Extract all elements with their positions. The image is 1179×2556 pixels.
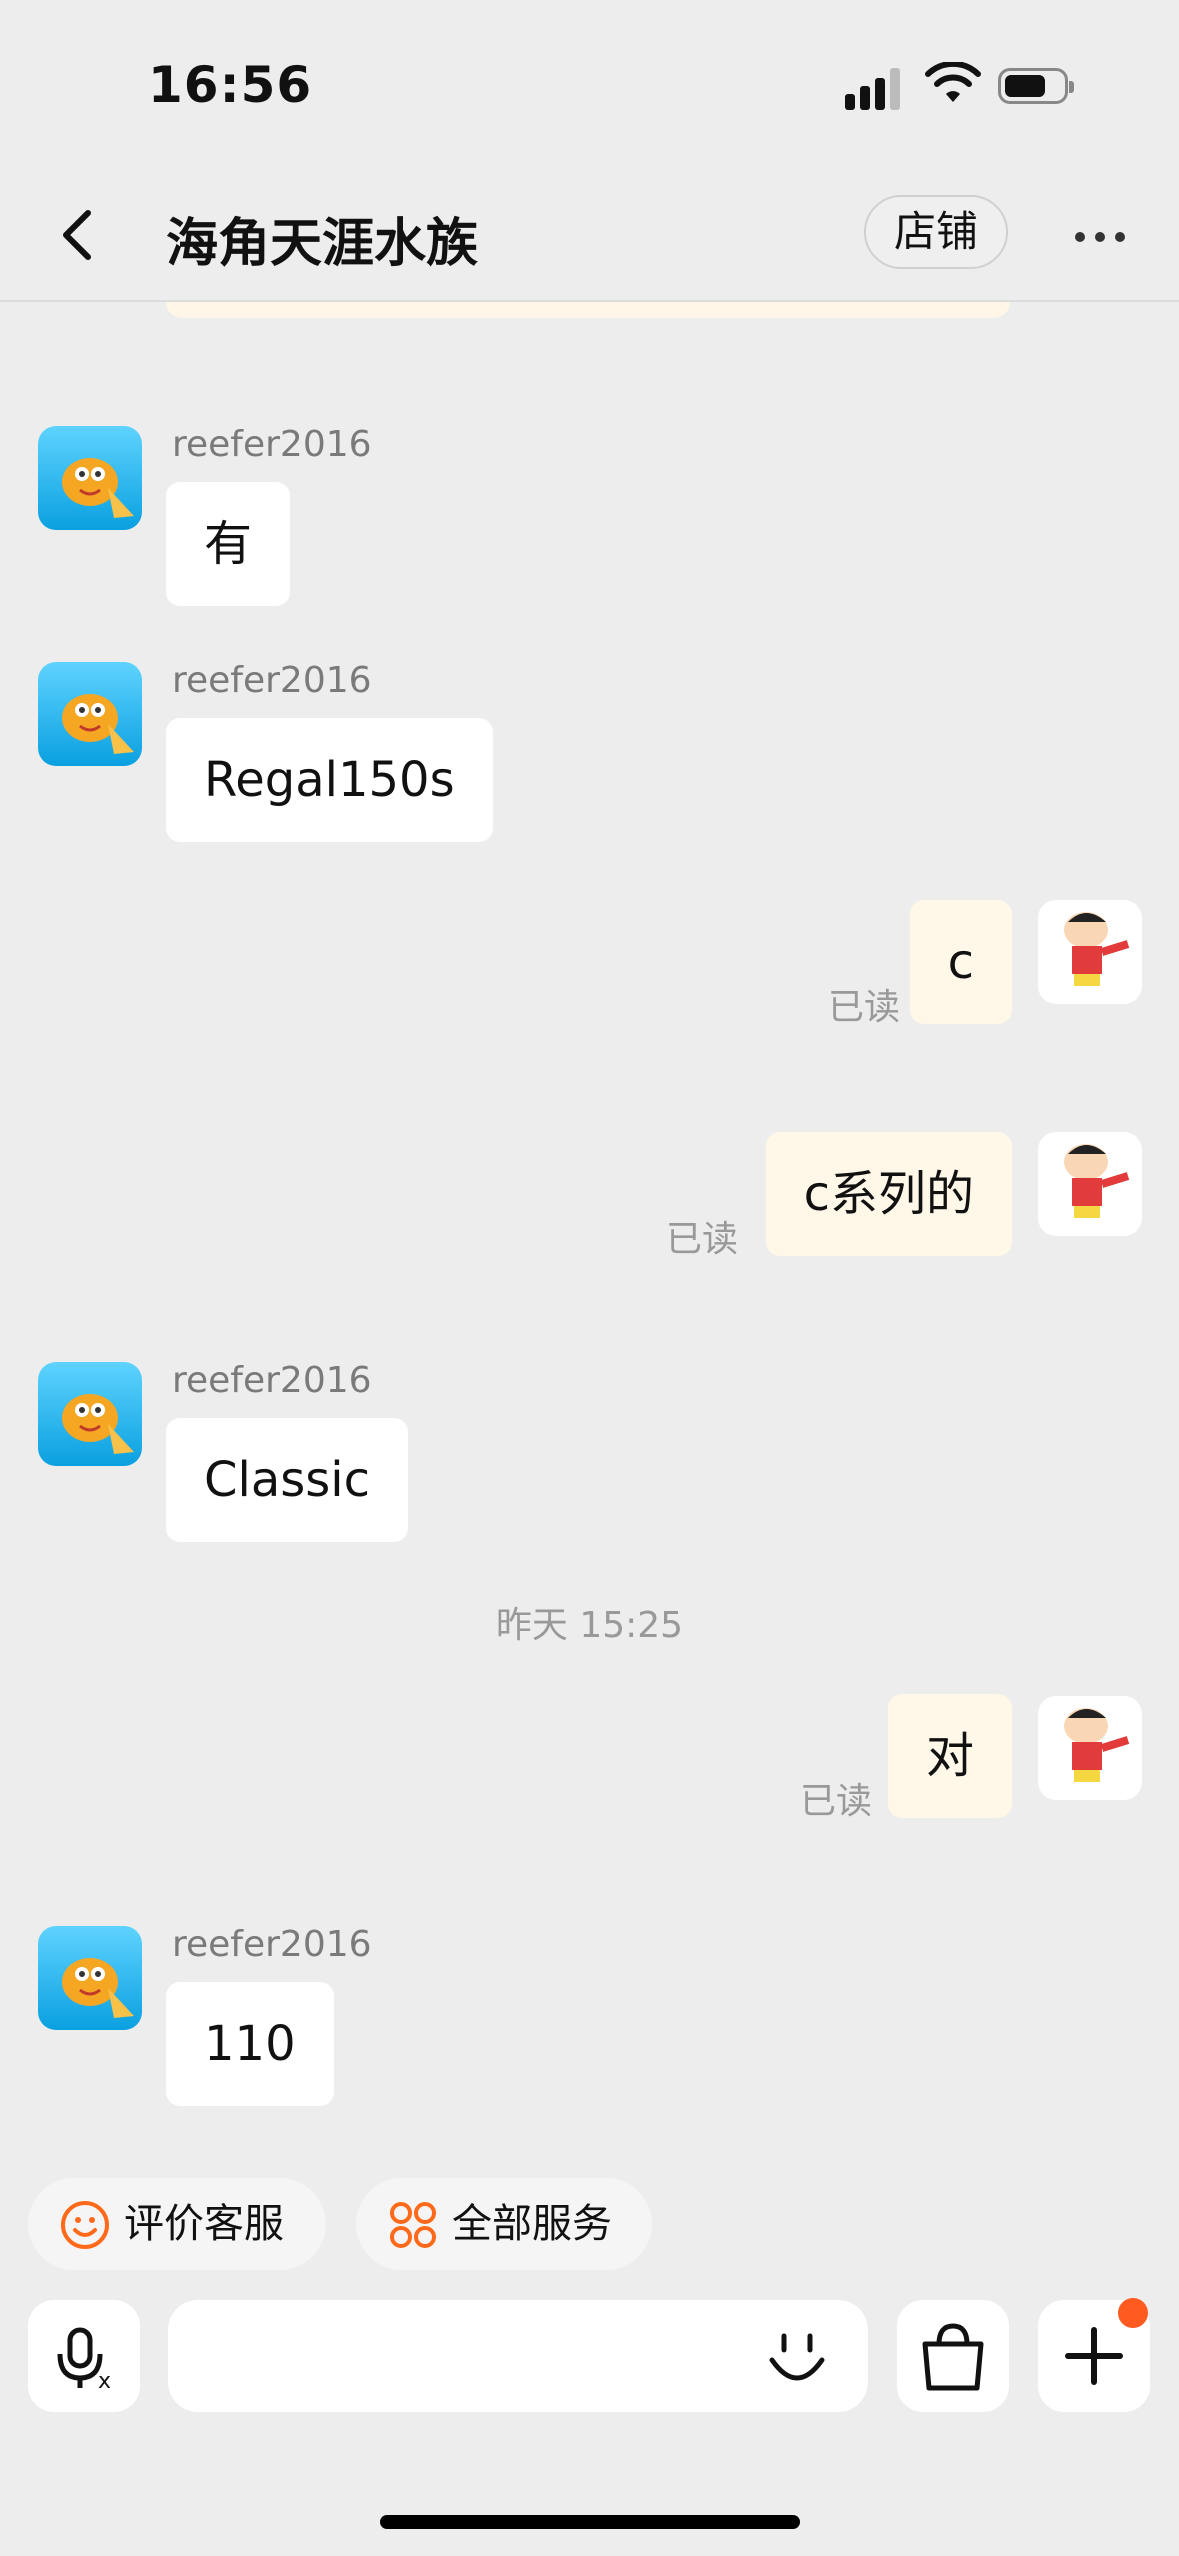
read-status: 已读 (800, 1781, 873, 1822)
chat-header: 海角天涯水族 店铺 (0, 175, 1179, 302)
shop-button[interactable]: 店铺 (864, 195, 1008, 269)
emoji-icon[interactable] (766, 2326, 828, 2388)
rate-service-button[interactable]: 评价客服 (28, 2178, 326, 2270)
message-bubble-outgoing[interactable]: 对 (887, 1694, 1012, 1818)
all-services-button[interactable]: 全部服务 (356, 2178, 652, 2270)
seller-avatar[interactable] (38, 426, 142, 530)
rate-service-label: 评价客服 (124, 2201, 284, 2247)
message-bubble-incoming[interactable]: Classic (166, 1418, 409, 1542)
user-avatar[interactable] (1038, 1696, 1142, 1800)
seller-avatar[interactable] (38, 1362, 142, 1466)
wifi-icon (925, 62, 981, 102)
message-bubble-outgoing[interactable]: c (909, 900, 1012, 1024)
back-arrow-icon[interactable] (50, 205, 110, 265)
chat-timestamp: 昨天 15:25 (495, 1605, 684, 1646)
sender-name: reefer2016 (172, 1924, 372, 1965)
smiley-icon (61, 2201, 109, 2249)
read-status: 已读 (666, 1219, 739, 1260)
sender-name: reefer2016 (172, 660, 372, 701)
all-services-label: 全部服务 (452, 2201, 612, 2247)
message-bubble-incoming[interactable]: 110 (166, 1982, 334, 2106)
grid-services-icon (390, 2202, 436, 2248)
seller-avatar[interactable] (38, 1926, 142, 2030)
status-bar: 16:56 (0, 0, 1179, 175)
seller-avatar[interactable] (38, 662, 142, 766)
svg-text:x: x (98, 2369, 111, 2394)
cellular-signal-icon (845, 68, 905, 110)
chat-title: 海角天涯水族 (166, 214, 479, 274)
user-avatar[interactable] (1038, 900, 1142, 1004)
notification-dot (1118, 2298, 1148, 2328)
shopping-bag-button[interactable] (897, 2300, 1009, 2412)
more-options-icon[interactable] (1075, 227, 1135, 246)
microphone-icon: x (57, 2327, 111, 2394)
message-bubble-incoming[interactable]: Regal150s (166, 718, 493, 842)
read-status: 已读 (828, 987, 901, 1028)
home-indicator (380, 2515, 800, 2529)
message-bubble-incoming[interactable]: 有 (166, 482, 291, 606)
battery-icon (998, 68, 1074, 104)
status-time: 16:56 (148, 56, 313, 114)
user-avatar[interactable] (1038, 1132, 1142, 1236)
message-input[interactable] (168, 2300, 868, 2412)
sender-name: reefer2016 (172, 424, 372, 465)
message-bubble-outgoing[interactable]: c系列的 (765, 1132, 1012, 1256)
sender-name: reefer2016 (172, 1360, 372, 1401)
voice-input-button[interactable]: x (28, 2300, 140, 2412)
shopping-bag-icon (922, 2323, 984, 2391)
